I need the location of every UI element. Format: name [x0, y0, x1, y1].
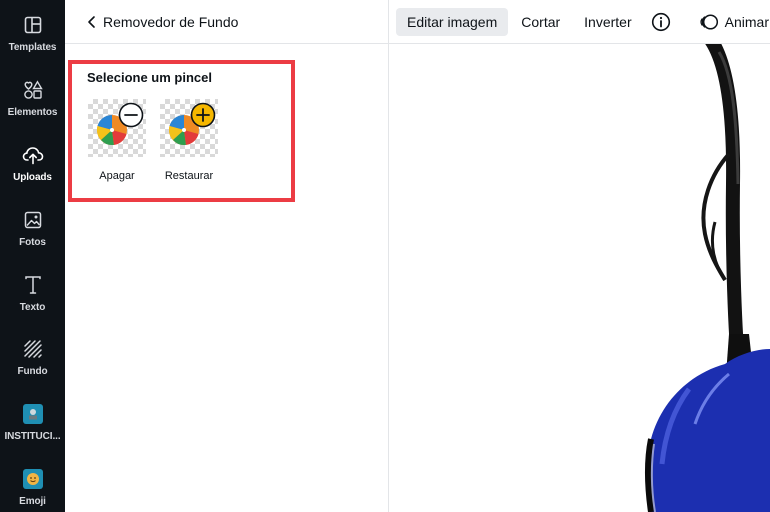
restore-brush-button[interactable]: Restaurar [159, 99, 219, 182]
sidebar-item-label: INSTITUCI... [4, 431, 61, 442]
chevron-left-icon [88, 15, 95, 28]
animate-icon [700, 13, 718, 30]
desk-lamp-image [645, 44, 770, 512]
crop-button[interactable]: Cortar [510, 8, 571, 36]
emoji-icon [22, 468, 44, 490]
sidebar-item-templates[interactable]: Templates [0, 14, 65, 74]
sidebar-item-emoji[interactable]: Emoji [0, 468, 65, 512]
sidebar-item-background[interactable]: Fundo [0, 338, 65, 398]
info-icon[interactable] [651, 12, 671, 32]
sidebar-item-institutional[interactable]: INSTITUCI... [0, 403, 65, 463]
panel-header: Removedor de Fundo [65, 0, 389, 44]
elements-icon [22, 79, 44, 101]
sidebar-item-label: Fotos [19, 237, 46, 248]
left-sidebar: Templates Elementos Uploads Fotos Texto … [0, 0, 65, 512]
sidebar-item-label: Texto [19, 302, 46, 313]
photo-icon [22, 209, 44, 231]
templates-icon [22, 14, 44, 36]
sidebar-item-label: Templates [8, 42, 57, 53]
text-icon [22, 274, 44, 296]
sidebar-item-label: Emoji [19, 496, 46, 507]
top-toolbar: Editar imagem Cortar Inverter Animar [389, 0, 770, 44]
background-remover-panel: Removedor de Fundo Selecione um pincel A… [65, 0, 389, 512]
erase-brush-thumbnail [88, 99, 146, 157]
flip-button[interactable]: Inverter [573, 8, 642, 36]
sidebar-item-elements[interactable]: Elementos [0, 79, 65, 139]
background-pattern-icon [22, 338, 44, 360]
animate-label: Animar [724, 13, 769, 30]
sidebar-item-photos[interactable]: Fotos [0, 209, 65, 269]
restore-brush-thumbnail [160, 99, 218, 157]
sidebar-item-label: Elementos [7, 107, 58, 118]
upload-cloud-icon [22, 144, 44, 166]
back-button[interactable]: Removedor de Fundo [85, 14, 238, 30]
design-canvas[interactable] [389, 44, 770, 512]
edit-image-button[interactable]: Editar imagem [396, 7, 509, 36]
panel-title: Removedor de Fundo [103, 13, 239, 30]
brush-selector: Selecione um pincel Apagar Restaurar [68, 60, 295, 202]
animate-button[interactable]: Animar [691, 8, 770, 36]
sidebar-item-uploads[interactable]: Uploads [0, 144, 65, 204]
sidebar-item-label: Fundo [17, 366, 48, 377]
sidebar-item-text[interactable]: Texto [0, 274, 65, 334]
brush-section-title: Selecione um pincel [87, 70, 212, 85]
restore-brush-label: Restaurar [164, 170, 214, 182]
sidebar-item-label: Uploads [13, 172, 52, 183]
plus-circle-icon [190, 102, 216, 128]
minus-circle-icon [118, 102, 144, 128]
erase-brush-button[interactable]: Apagar [87, 99, 147, 182]
erase-brush-label: Apagar [99, 170, 135, 182]
app-thumbnail-icon [22, 403, 44, 425]
